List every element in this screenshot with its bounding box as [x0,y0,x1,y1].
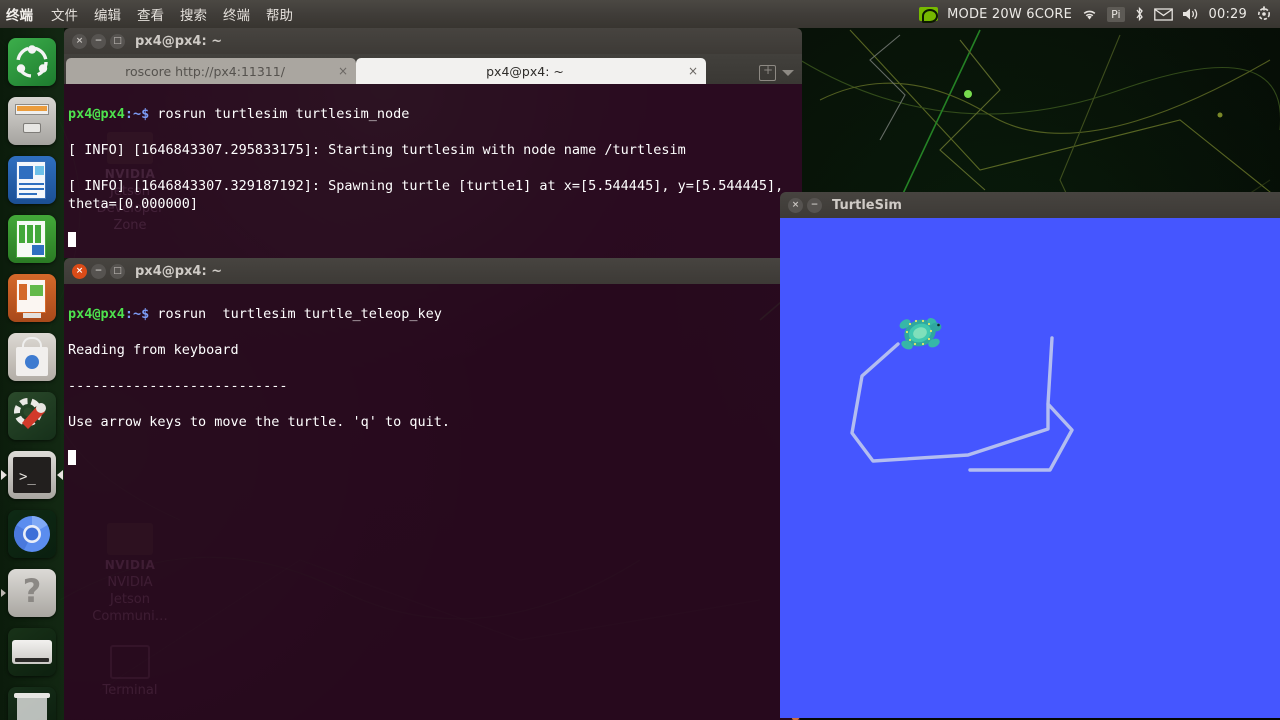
launcher-item-ubuntu-dash[interactable] [0,32,64,91]
terminal-window-1[interactable]: × − □ px4@px4: ~ roscore http://px4:1131… [64,28,802,258]
turtlesim-titlebar[interactable]: × − TurtleSim [780,192,1280,218]
chromium-icon [8,509,56,558]
launcher-item-libreoffice-calc[interactable] [0,209,64,268]
terminal-1-line-2: [ INFO] [1646843307.329187192]: Spawning… [68,178,792,212]
menu-file[interactable]: 文件 [43,4,86,24]
terminal-2-line-3: Use arrow keys to move the turtle. 'q' t… [68,414,451,430]
ubuntu-logo-icon [8,37,56,86]
libreoffice-writer-icon [8,155,56,204]
launcher-item-files[interactable] [0,91,64,150]
text-cursor [68,450,76,465]
turtlesim-window-controls: × − [788,197,822,213]
launcher-item-help[interactable]: ? [0,563,64,622]
volume-icon[interactable] [1182,7,1200,21]
shell-command: rosrun turtlesim turtle_teleop_key [157,306,442,322]
close-icon[interactable]: × [72,33,87,49]
launcher-item-libreoffice-impress[interactable] [0,268,64,327]
terminal-1-title: px4@px4: ~ [135,33,223,49]
shell-user: px4@px4 [68,106,125,122]
turtlesim-scene [780,218,1280,718]
disk-drive-icon [8,627,56,676]
launcher-item-system-settings[interactable] [0,386,64,445]
minimize-icon[interactable]: − [91,33,106,49]
settings-tools-icon [8,391,56,440]
menu-help[interactable]: 帮助 [258,4,301,24]
new-tab-icon[interactable] [759,63,776,81]
nvidia-logo-icon[interactable] [919,7,939,23]
launcher-item-disk[interactable] [0,622,64,681]
pi-indicator[interactable]: Pi [1107,6,1125,22]
terminal-2-line-2: --------------------------- [68,378,288,394]
terminal-icon: >_ [8,450,56,499]
turtlesim-title: TurtleSim [832,197,902,213]
libreoffice-calc-icon [8,214,56,263]
terminal-2-cursor-line [68,449,796,467]
top-panel: 终端 文件 编辑 查看 搜索 终端 帮助 MODE 20W 6CORE Pi 0… [0,0,1280,28]
terminal-2-title: px4@px4: ~ [135,263,223,279]
shell-user: px4@px4 [68,306,125,322]
launcher-item-ubuntu-software[interactable] [0,327,64,386]
tab-close-icon[interactable]: × [338,64,348,78]
launcher-item-chromium[interactable] [0,504,64,563]
maximize-icon[interactable]: □ [110,33,125,49]
panel-app-name[interactable]: 终端 [0,4,43,24]
shell-path: :~$ [124,306,158,322]
turtlesim-canvas[interactable] [780,218,1280,718]
wifi-icon[interactable] [1081,7,1098,21]
close-icon[interactable]: × [72,263,87,279]
terminal-1-cursor-line [68,231,798,249]
libreoffice-impress-icon [8,273,56,322]
gear-icon[interactable] [1256,6,1272,22]
software-bag-icon [8,332,56,381]
launcher-item-libreoffice-writer[interactable] [0,150,64,209]
launcher-item-terminal[interactable]: >_ [0,445,64,504]
terminal-window-2[interactable]: × − □ px4@px4: ~ px4@px4:~$ rosrun turtl… [64,258,800,720]
system-tray: MODE 20W 6CORE Pi 00:29 [919,6,1280,23]
minimize-icon[interactable]: − [807,197,822,213]
help-question-icon: ? [8,568,56,617]
tab-label: px4@px4: ~ [486,63,564,79]
close-icon[interactable]: × [788,197,803,213]
shell-path: :~$ [124,106,158,122]
tab-px4-shell[interactable]: px4@px4: ~ × [356,58,706,84]
terminal-1-window-controls: × − □ [72,33,125,49]
menu-search[interactable]: 搜索 [172,4,215,24]
terminal-2-titlebar[interactable]: × − □ px4@px4: ~ [64,258,800,284]
shell-command: rosrun turtlesim turtlesim_node [157,106,410,122]
mail-icon[interactable] [1153,7,1173,21]
tab-roscore[interactable]: roscore http://px4:11311/ × [66,58,356,84]
maximize-icon[interactable]: □ [110,263,125,279]
menu-view[interactable]: 查看 [129,4,172,24]
terminal-2-output[interactable]: px4@px4:~$ rosrun turtlesim turtle_teleo… [64,284,800,720]
chevron-down-icon[interactable] [782,70,794,76]
bluetooth-icon[interactable] [1134,6,1145,22]
menu-terminal[interactable]: 终端 [215,4,258,24]
tab-label: roscore http://px4:11311/ [125,63,285,79]
terminal-2-window-controls: × − □ [72,263,125,279]
text-cursor [68,232,76,247]
trash-icon [8,686,56,720]
terminal-1-tabbar: roscore http://px4:11311/ × px4@px4: ~ × [64,54,802,84]
terminal-2-line-1: Reading from keyboard [68,342,239,358]
tab-close-icon[interactable]: × [688,64,698,78]
terminal-1-line-1: [ INFO] [1646843307.295833175]: Starting… [68,142,686,158]
terminal-1-line-0: px4@px4:~$ rosrun turtlesim turtlesim_no… [68,105,798,123]
terminal-1-output[interactable]: px4@px4:~$ rosrun turtlesim turtlesim_no… [64,84,802,258]
unity-launcher: >_ ? [0,28,64,720]
terminal-2-line-0: px4@px4:~$ rosrun turtlesim turtle_teleo… [68,305,796,323]
turtlesim-window[interactable]: × − TurtleSim [780,192,1280,720]
launcher-item-trash[interactable] [0,681,64,720]
file-cabinet-icon [8,96,56,145]
terminal-1-titlebar[interactable]: × − □ px4@px4: ~ [64,28,802,54]
turtlesim-background [780,218,1280,718]
menu-edit[interactable]: 编辑 [86,4,129,24]
terminal-1-tab-tools [753,63,800,84]
minimize-icon[interactable]: − [91,263,106,279]
power-mode-indicator[interactable]: MODE 20W 6CORE [947,7,1072,22]
clock[interactable]: 00:29 [1209,7,1247,22]
